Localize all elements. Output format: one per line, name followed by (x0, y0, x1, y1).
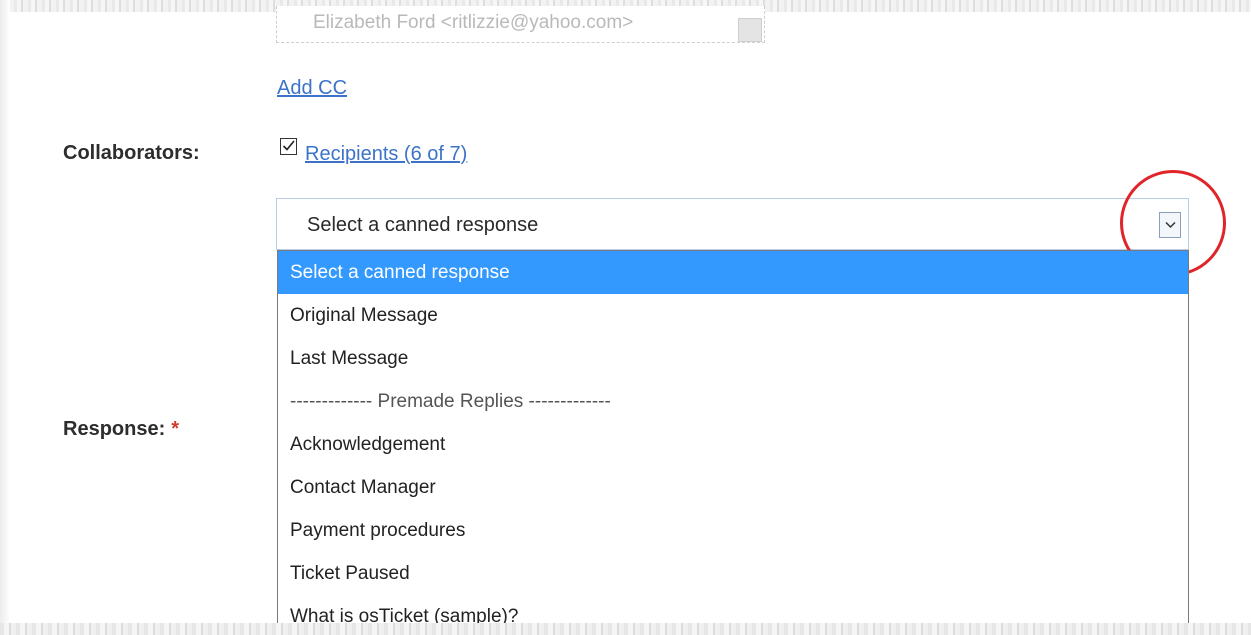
canned-response-select[interactable]: Select a canned response (276, 198, 1189, 250)
recipients-checkbox[interactable] (280, 138, 297, 155)
to-recipient-value: Elizabeth Ford <ritlizzie@yahoo.com> (313, 12, 634, 33)
torn-edge-bottom (0, 623, 1251, 635)
dropdown-option-acknowledgement[interactable]: Acknowledgement (278, 423, 1188, 466)
canned-response-selected-value: Select a canned response (307, 214, 539, 236)
canned-response-dropdown-list[interactable]: Select a canned response Original Messag… (277, 250, 1189, 635)
field-scroll-handle[interactable] (738, 18, 762, 42)
response-label: Response: * (63, 418, 179, 441)
required-asterisk: * (171, 418, 180, 440)
response-label-text: Response: (63, 418, 166, 440)
to-recipient-field[interactable]: Elizabeth Ford <ritlizzie@yahoo.com> (276, 6, 765, 43)
recipients-link[interactable]: Recipients (6 of 7) (305, 143, 467, 166)
dropdown-option-ticket-paused[interactable]: Ticket Paused (278, 552, 1188, 595)
add-cc-link[interactable]: Add CC (277, 77, 347, 100)
dropdown-option-payment-procedures[interactable]: Payment procedures (278, 509, 1188, 552)
dropdown-option-select-canned-response[interactable]: Select a canned response (278, 251, 1188, 294)
dropdown-option-contact-manager[interactable]: Contact Manager (278, 466, 1188, 509)
dropdown-option-last-message[interactable]: Last Message (278, 337, 1188, 380)
collaborators-label: Collaborators: (63, 142, 200, 164)
torn-edge-left (0, 0, 10, 635)
checkmark-icon (282, 140, 295, 151)
dropdown-option-original-message[interactable]: Original Message (278, 294, 1188, 337)
dropdown-separator-premade-replies: ------------- Premade Replies ----------… (290, 391, 611, 412)
